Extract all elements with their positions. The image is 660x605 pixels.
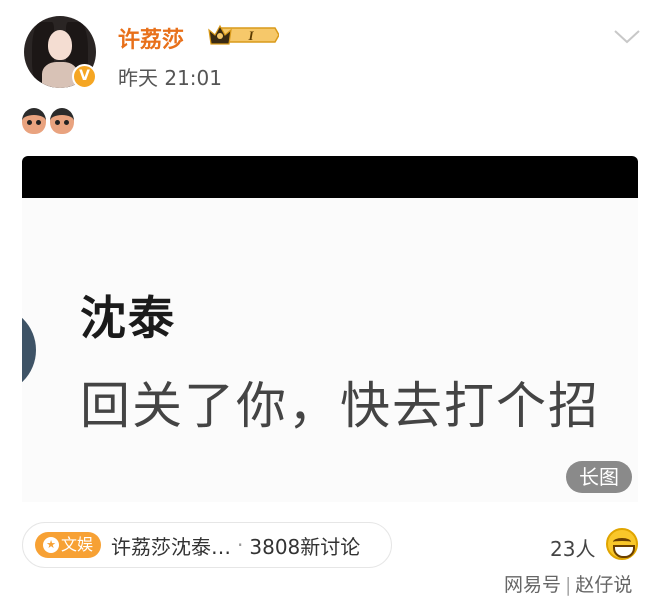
- image-top-bar: [22, 156, 638, 198]
- watermark-source: 网易号: [504, 574, 562, 596]
- avatar-edge: [22, 306, 36, 394]
- watermark-author: 赵仔说: [575, 574, 633, 596]
- emoji-face-icon: [50, 108, 74, 134]
- people-count: 23人: [550, 537, 596, 561]
- topic-tag: ★ 文娱: [35, 532, 102, 558]
- topic-tag-label: 文娱: [61, 535, 94, 554]
- watermark: 网易号 | 赵仔说: [504, 570, 632, 597]
- vip-level: I: [247, 28, 254, 43]
- emoji-face-icon: [22, 108, 46, 134]
- topic-separator: ·: [237, 533, 244, 557]
- topic-discussion-count: 3808新讨论: [249, 534, 361, 559]
- verified-icon: V: [72, 64, 97, 89]
- timestamp: 昨天 21:01: [118, 66, 222, 90]
- chevron-down-icon[interactable]: [612, 26, 642, 46]
- entertainment-icon: ★: [43, 537, 59, 553]
- long-image-tag[interactable]: 长图: [566, 461, 632, 493]
- grin-emoji-icon[interactable]: [606, 528, 638, 560]
- topic-pill[interactable]: ★ 文娱 许荔莎沈泰… · 3808新讨论: [22, 522, 392, 568]
- username[interactable]: 许荔莎: [118, 22, 184, 54]
- topic-title: 许荔莎沈泰…: [111, 534, 232, 559]
- emoji-row: [22, 108, 74, 134]
- contact-name: 沈泰: [80, 291, 176, 345]
- watermark-separator: |: [565, 574, 572, 596]
- post-image[interactable]: 沈泰 回关了你，快去打个招: [22, 198, 638, 502]
- vip-crown-icon[interactable]: I: [207, 22, 279, 48]
- message-text: 回关了你，快去打个招: [80, 377, 600, 435]
